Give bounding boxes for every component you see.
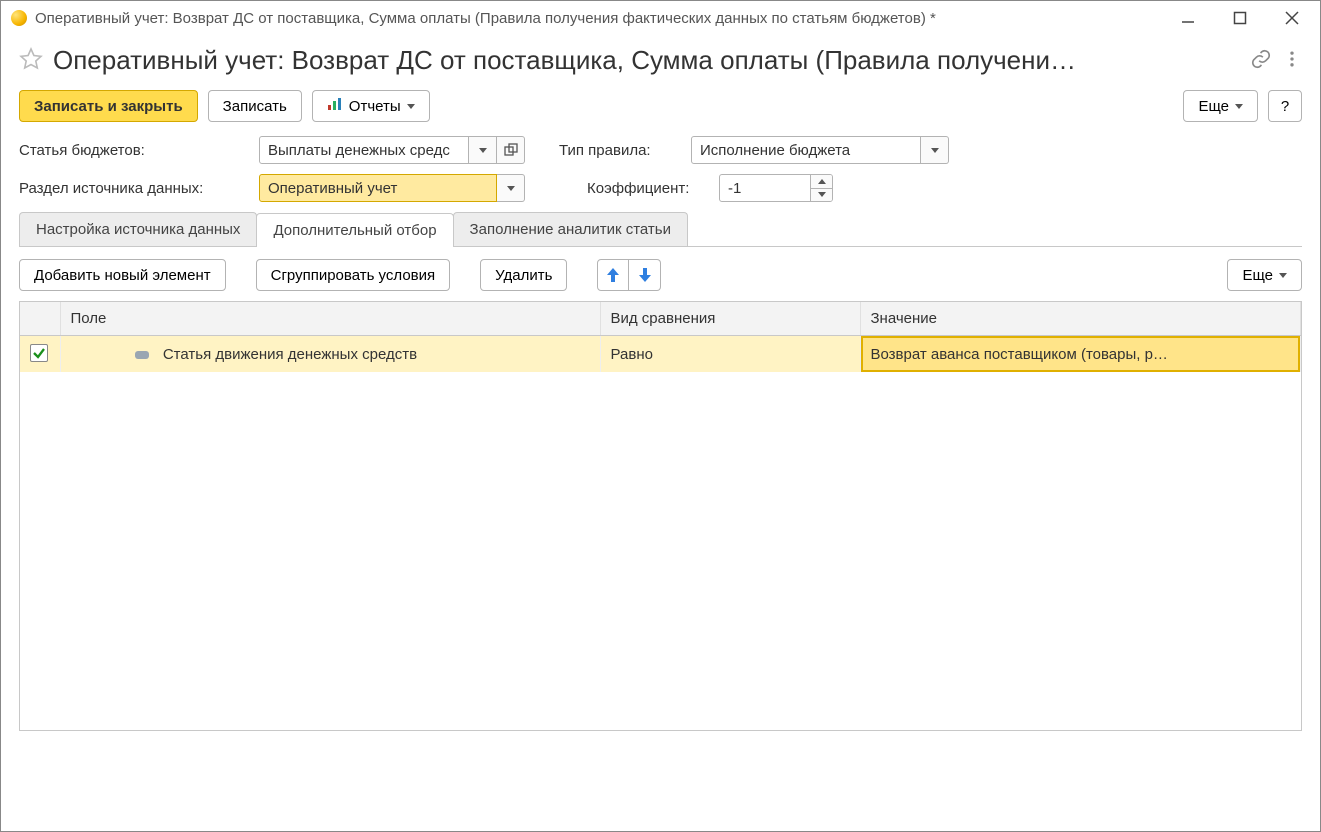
add-element-button[interactable]: Добавить новый элемент	[19, 259, 226, 291]
main-toolbar: Записать и закрыть Записать Отчеты Еще ?	[19, 90, 1302, 122]
row-field-value: Статья движения денежных средств	[163, 346, 417, 363]
save-close-button[interactable]: Записать и закрыть	[19, 90, 198, 122]
filter-table: Поле Вид сравнения Значение	[19, 301, 1302, 731]
coefficient-field[interactable]: -1	[719, 174, 833, 202]
budget-item-value: Выплаты денежных средс	[259, 136, 469, 164]
tab-analytics-fill[interactable]: Заполнение аналитик статьи	[453, 212, 688, 246]
more-label: Еще	[1198, 98, 1229, 115]
rule-type-value: Исполнение бюджета	[691, 136, 921, 164]
budget-item-field[interactable]: Выплаты денежных средс	[259, 136, 525, 164]
window-titlebar: Оперативный учет: Возврат ДС от поставщи…	[1, 1, 1320, 35]
coefficient-value: -1	[720, 175, 810, 201]
open-reference-button[interactable]	[497, 136, 525, 164]
row-comparison-value: Равно	[600, 336, 860, 373]
row-value-cell[interactable]: Возврат аванса поставщиком (товары, р…	[860, 336, 1301, 373]
datasource-section-label: Раздел источника данных:	[19, 180, 249, 197]
table-row[interactable]: Статья движения денежных средств Равно В…	[20, 336, 1301, 373]
coefficient-label: Коэффициент:	[587, 180, 709, 197]
filter-toolbar: Добавить новый элемент Сгруппировать усл…	[19, 259, 1302, 291]
column-header-checkbox	[20, 302, 60, 336]
row-checkbox[interactable]	[30, 344, 48, 362]
spin-up-button[interactable]	[810, 175, 832, 188]
dropdown-button[interactable]	[497, 174, 525, 202]
filter-more-label: Еще	[1242, 267, 1273, 284]
budget-item-label: Статья бюджетов:	[19, 142, 249, 159]
spin-down-button[interactable]	[810, 188, 832, 201]
dropdown-button[interactable]	[921, 136, 949, 164]
more-menu-icon[interactable]	[1282, 49, 1302, 73]
minimize-button[interactable]	[1176, 6, 1200, 30]
move-down-button[interactable]	[629, 259, 661, 291]
datasource-section-value: Оперативный учет	[259, 174, 497, 202]
help-button[interactable]: ?	[1268, 90, 1302, 122]
chevron-down-icon	[407, 104, 415, 109]
app-icon	[11, 10, 27, 26]
rule-type-field[interactable]: Исполнение бюджета	[691, 136, 949, 164]
page-title: Оперативный учет: Возврат ДС от поставщи…	[53, 45, 1240, 76]
group-conditions-button[interactable]: Сгруппировать условия	[256, 259, 451, 291]
move-up-button[interactable]	[597, 259, 629, 291]
column-header-field[interactable]: Поле	[60, 302, 600, 336]
reports-label: Отчеты	[349, 98, 401, 115]
column-header-comparison[interactable]: Вид сравнения	[600, 302, 860, 336]
tabs: Настройка источника данных Дополнительны…	[19, 212, 1302, 247]
tab-datasource-settings[interactable]: Настройка источника данных	[19, 212, 257, 246]
more-button[interactable]: Еще	[1183, 90, 1258, 122]
chevron-down-icon	[1279, 273, 1287, 278]
chevron-down-icon	[1235, 104, 1243, 109]
save-button[interactable]: Записать	[208, 90, 302, 122]
chart-icon	[327, 96, 343, 116]
link-icon[interactable]	[1250, 48, 1272, 74]
delete-button[interactable]: Удалить	[480, 259, 567, 291]
rule-type-label: Тип правила:	[559, 142, 681, 159]
condition-icon	[135, 351, 149, 359]
tab-additional-filter[interactable]: Дополнительный отбор	[256, 213, 453, 247]
close-button[interactable]	[1280, 6, 1304, 30]
column-header-value[interactable]: Значение	[860, 302, 1301, 336]
maximize-button[interactable]	[1228, 6, 1252, 30]
reports-button[interactable]: Отчеты	[312, 90, 430, 122]
datasource-section-field[interactable]: Оперативный учет	[259, 174, 525, 202]
favorite-star-icon[interactable]	[19, 47, 43, 75]
filter-more-button[interactable]: Еще	[1227, 259, 1302, 291]
dropdown-button[interactable]	[469, 136, 497, 164]
window-title: Оперативный учет: Возврат ДС от поставщи…	[35, 10, 1176, 27]
